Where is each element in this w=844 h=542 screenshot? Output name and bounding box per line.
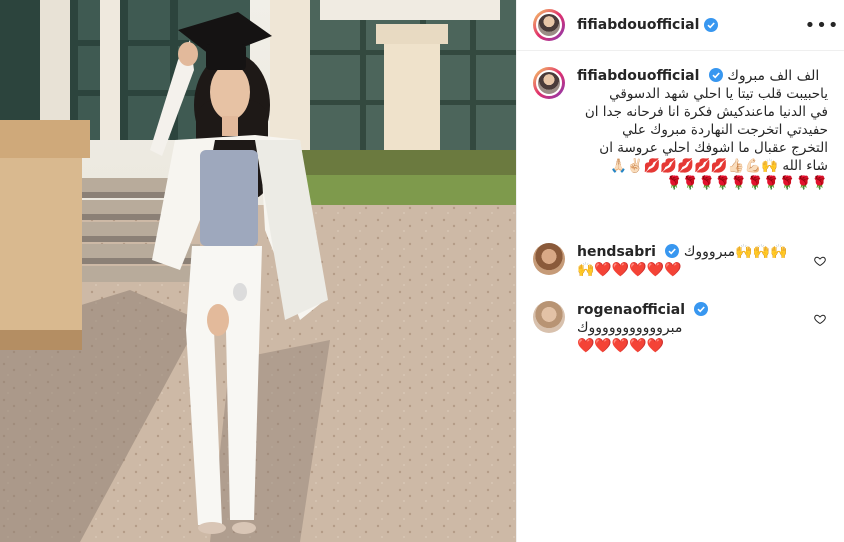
like-heart-icon[interactable] [814, 252, 826, 271]
comment-username[interactable]: hendsabri [577, 244, 656, 260]
post-panel: fifiabdouofficial ••• fifiabdouofficial … [516, 0, 844, 542]
comment-text: مبروووووووووووك [577, 320, 683, 336]
verified-badge-icon [665, 244, 680, 258]
comment-text: مبروووك🙌🙌🙌 [683, 244, 788, 260]
caption-emoji-line: 🌹🌹🌹🌹🌹🌹🌹🌹🌹🌹 [666, 176, 828, 191]
graduation-photo [0, 0, 516, 542]
post-username[interactable]: fifiabdouofficial [577, 17, 699, 33]
post-photo[interactable] [0, 0, 516, 542]
caption-avatar[interactable] [533, 67, 565, 99]
caption-text: ياحبيبت قلب تيتا يا احلي شهد الدسوقي في … [584, 86, 828, 174]
commenter-avatar[interactable] [533, 243, 565, 275]
comment-text-line2: ❤️❤️❤️❤️❤️ [577, 338, 665, 354]
verified-badge-icon [694, 302, 709, 316]
comment: rogenaofficial مبروووووووووووك ❤️❤️❤️❤️❤… [517, 301, 844, 355]
comment-username[interactable]: rogenaofficial [577, 302, 685, 318]
caption: fifiabdouofficial الف الف مبروك ياحبيبت … [517, 51, 844, 199]
comment: hendsabri مبروووك🙌🙌🙌 🙌❤️❤️❤️❤️❤️ [517, 243, 844, 279]
verified-badge-icon [708, 68, 723, 82]
caption-username[interactable]: fifiabdouofficial [577, 68, 699, 84]
verified-badge-icon [704, 18, 719, 32]
post-header: fifiabdouofficial ••• [517, 0, 844, 51]
comment-text-line2: 🙌❤️❤️❤️❤️❤️ [577, 262, 682, 278]
avatar[interactable] [533, 9, 565, 41]
more-options-icon[interactable]: ••• [805, 13, 839, 37]
commenter-avatar[interactable] [533, 301, 565, 333]
like-heart-icon[interactable] [814, 310, 826, 329]
caption-text-first: الف الف مبروك [727, 68, 820, 84]
